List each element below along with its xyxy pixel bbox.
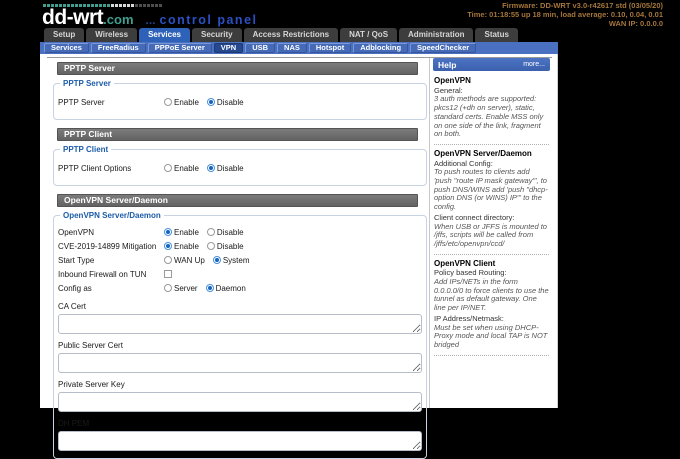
checkbox-inbound-firewall-tun[interactable] — [164, 270, 172, 278]
fieldset-legend: OpenVPN Server/Daemon — [63, 211, 161, 220]
row-label: CVE-2019-14899 Mitigation — [58, 241, 157, 251]
help-heading-openvpn-server: OpenVPN Server/Daemon — [434, 148, 532, 158]
ca-cert-label: CA Cert — [58, 302, 87, 311]
tab-wireless[interactable]: Wireless — [86, 28, 138, 42]
help-divider — [434, 253, 549, 255]
main-nav-tabs: Setup Wireless Services Security Access … — [44, 28, 518, 42]
subtab-services[interactable]: Services — [44, 43, 89, 53]
brand-ellipsis: ... — [145, 13, 156, 27]
fieldset-legend: PPTP Client — [63, 145, 109, 154]
control-panel-subtitle: control panel — [159, 13, 258, 27]
subtab-vpn[interactable]: VPN — [213, 43, 244, 53]
help-body: OpenVPN General: 3 auth methods are supp… — [433, 71, 550, 366]
radio-openvpn-disable[interactable] — [206, 228, 215, 236]
subtab-pppoe-server[interactable]: PPPoE Server — [147, 43, 212, 53]
private-server-key-label: Private Server Key — [58, 380, 125, 389]
form-row: CVE-2019-14899 Mitigation Enable Disable — [58, 239, 422, 253]
subtab-speedchecker[interactable]: SpeedChecker — [410, 43, 477, 53]
radio-label: System — [222, 255, 250, 265]
help-heading-openvpn-client: OpenVPN Client — [434, 258, 496, 268]
form-row: OpenVPN Enable Disable — [58, 225, 422, 239]
radio-start-type-wanup[interactable] — [164, 256, 172, 264]
content-area: PPTP Server PPTP Server PPTP Server Enab… — [40, 54, 558, 459]
form-row: Inbound Firewall on TUN — [58, 267, 422, 281]
subtab-usb[interactable]: USB — [245, 43, 276, 53]
radio-label: Disable — [216, 241, 244, 251]
radio-label: Disable — [216, 163, 244, 173]
radio-cve-mitigation-enable[interactable] — [164, 242, 172, 250]
private-server-key-textarea[interactable] — [58, 392, 422, 412]
help-item-text: Must be set when using DHCP-Proxy mode a… — [434, 322, 548, 349]
tab-security[interactable]: Security — [192, 28, 242, 42]
fieldset-pptp-server: PPTP Server PPTP Server Enable Disable — [53, 79, 427, 120]
help-more-link[interactable]: more... — [523, 61, 545, 68]
dh-pem-label: DH PEM — [58, 419, 90, 428]
radio-label: Enable — [174, 163, 199, 173]
radio-config-as-server[interactable] — [164, 284, 172, 292]
row-label: Config as — [58, 283, 92, 293]
radio-pptp-client-disable[interactable] — [206, 164, 215, 172]
fieldset-pptp-client: PPTP Client PPTP Client Options Enable D… — [53, 145, 427, 186]
row-label: Start Type — [58, 255, 95, 265]
tab-nat-qos[interactable]: NAT / QoS — [340, 28, 398, 42]
services-subnav: Services FreeRadius PPPoE Server VPN USB… — [40, 42, 558, 54]
row-label: PPTP Client Options — [58, 163, 132, 173]
help-heading-openvpn: OpenVPN — [434, 76, 471, 85]
row-label: OpenVPN — [58, 227, 95, 237]
brand-tld: .com — [103, 12, 134, 27]
help-item-text: 3 auth methods are supported: pkcs12 (+d… — [434, 94, 544, 139]
help-item-text: When USB or JFFS is mounted to /jffs, sc… — [434, 221, 547, 248]
form-row: Config as Server Daemon — [58, 281, 422, 295]
radio-pptp-client-enable[interactable] — [164, 164, 172, 172]
subtab-hotspot[interactable]: Hotspot — [308, 43, 352, 53]
public-server-cert-textarea[interactable] — [58, 353, 422, 373]
tab-administration[interactable]: Administration — [399, 28, 474, 42]
radio-cve-mitigation-disable[interactable] — [206, 242, 215, 250]
brand-logo[interactable]: dd-wrt.com... control panel — [42, 6, 258, 30]
help-title: Help — [438, 59, 457, 70]
radio-label: WAN Up — [174, 255, 205, 265]
ca-cert-textarea[interactable] — [58, 314, 422, 334]
radio-label: Daemon — [215, 283, 246, 293]
radio-pptp-server-enable[interactable] — [164, 98, 172, 106]
form-row: PPTP Server Enable Disable — [58, 95, 422, 109]
help-item-text: Add IPs/NETs in the form 0.0.0.0/0 to fo… — [434, 277, 549, 313]
form-row: Start Type WAN Up System — [58, 253, 422, 267]
system-info: Firmware: DD-WRT v3.0-r42617 std (03/05/… — [467, 1, 663, 28]
radio-label: Enable — [174, 97, 199, 107]
help-sidebar: Help more... OpenVPN General: 3 auth met… — [429, 58, 553, 408]
brand-name: dd-wrt — [42, 6, 104, 29]
help-header: Help more... — [433, 58, 550, 71]
section-header-openvpn-server: OpenVPN Server/Daemon — [57, 194, 418, 207]
public-server-cert-label: Public Server Cert — [58, 341, 123, 350]
help-divider — [434, 354, 549, 356]
radio-pptp-server-disable[interactable] — [206, 98, 215, 106]
form-row: PPTP Client Options Enable Disable — [58, 161, 422, 175]
fieldset-openvpn-server: OpenVPN Server/Daemon OpenVPN Enable Dis… — [53, 211, 427, 459]
row-label: Inbound Firewall on TUN — [58, 269, 147, 279]
dh-pem-textarea[interactable] — [58, 431, 422, 451]
subtab-adblocking[interactable]: Adblocking — [353, 43, 409, 53]
radio-openvpn-enable[interactable] — [164, 228, 172, 236]
help-divider — [434, 143, 549, 145]
radio-label: Disable — [216, 227, 244, 237]
fieldset-legend: PPTP Server — [63, 79, 111, 88]
subtab-nas[interactable]: NAS — [277, 43, 307, 53]
tab-services[interactable]: Services — [139, 28, 190, 42]
radio-label: Enable — [174, 241, 199, 251]
radio-config-as-daemon[interactable] — [205, 284, 214, 292]
help-item-text: To push routes to clients add 'push "rou… — [434, 167, 548, 212]
radio-label: Disable — [216, 97, 244, 107]
vpn-form: PPTP Server PPTP Server PPTP Server Enab… — [44, 58, 434, 459]
section-header-pptp-client: PPTP Client — [57, 128, 418, 141]
tab-status[interactable]: Status — [475, 28, 518, 42]
subtab-freeradius[interactable]: FreeRadius — [90, 43, 146, 53]
tab-access-restrictions[interactable]: Access Restrictions — [243, 28, 339, 42]
section-header-pptp-server: PPTP Server — [57, 62, 418, 75]
tab-setup[interactable]: Setup — [44, 28, 85, 42]
radio-label: Server — [174, 283, 198, 293]
radio-label: Enable — [174, 227, 199, 237]
radio-start-type-system[interactable] — [212, 256, 221, 264]
row-label: PPTP Server — [58, 97, 105, 107]
